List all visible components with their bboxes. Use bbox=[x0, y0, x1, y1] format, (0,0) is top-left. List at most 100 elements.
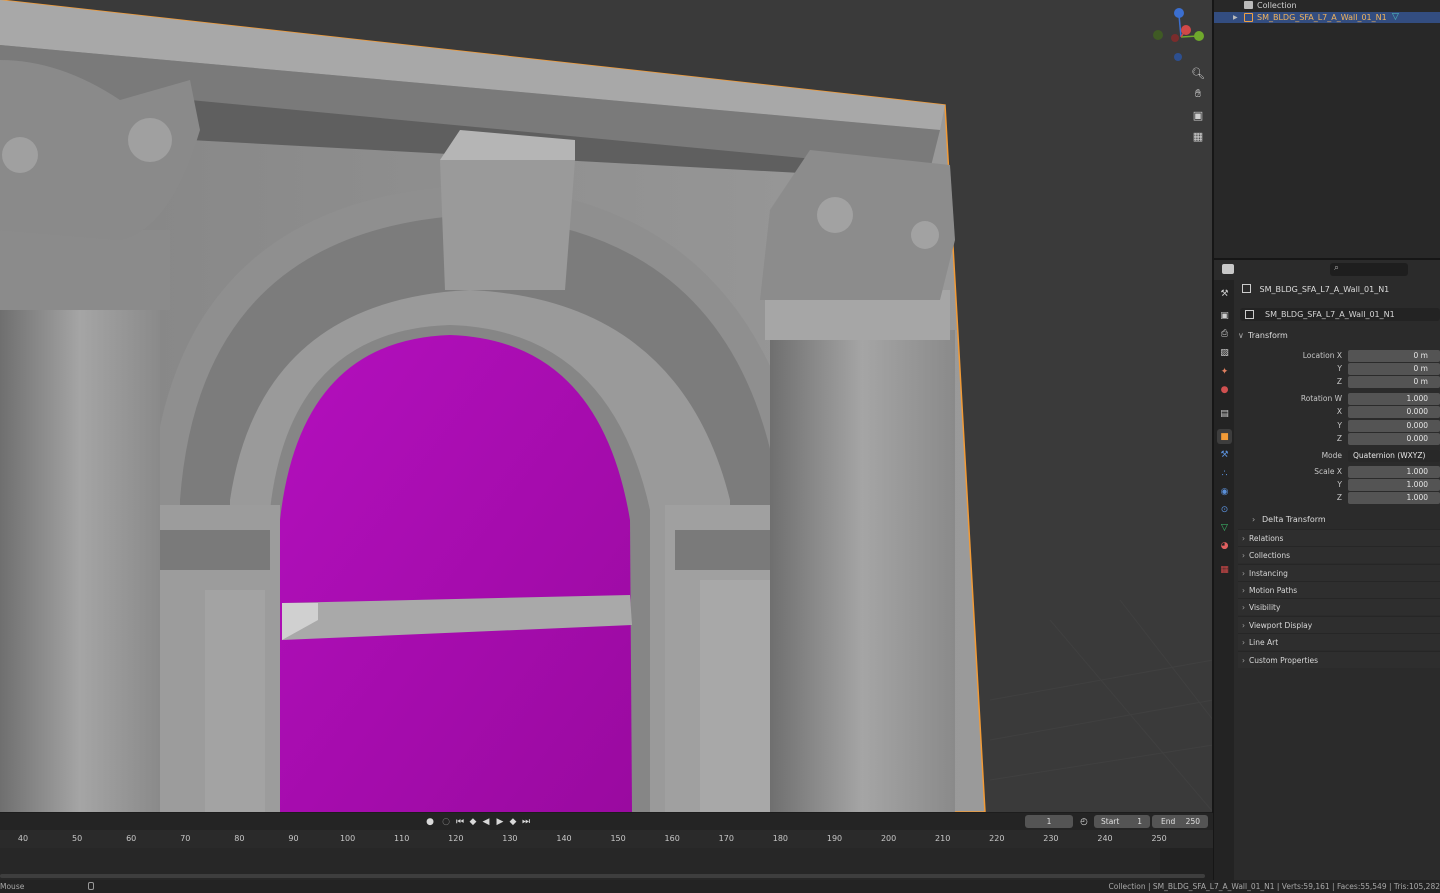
scale-x-field[interactable]: 1.000 bbox=[1348, 466, 1440, 478]
world-tab-icon[interactable]: ● bbox=[1217, 382, 1232, 397]
output-tab-icon[interactable]: ⎙ bbox=[1217, 326, 1232, 341]
transform-panel-header[interactable]: ∨ Transform bbox=[1238, 328, 1440, 344]
modifier-tab-icon[interactable]: ⚒ bbox=[1217, 447, 1232, 462]
custom-properties-panel-header[interactable]: › Custom Properties bbox=[1238, 651, 1440, 668]
rotation-y-field[interactable]: 0.000 bbox=[1348, 420, 1440, 432]
visibility-panel-header[interactable]: › Visibility bbox=[1238, 598, 1440, 615]
chevron-right-icon: › bbox=[1242, 534, 1245, 543]
chevron-right-icon: › bbox=[1242, 569, 1245, 578]
timeline-tick-label: 110 bbox=[394, 834, 410, 843]
play-icon[interactable]: ▶ bbox=[494, 816, 506, 828]
timeline-tick-label: 250 bbox=[1151, 834, 1167, 843]
timeline-tick-label: 220 bbox=[989, 834, 1005, 843]
axis-gizmo[interactable] bbox=[1148, 6, 1208, 66]
scale-y-label: Y bbox=[1337, 480, 1342, 489]
end-frame-value: 250 bbox=[1185, 817, 1200, 826]
instancing-panel-header[interactable]: › Instancing bbox=[1238, 564, 1440, 581]
render-tab-icon[interactable]: ▣ bbox=[1217, 308, 1232, 323]
line-art-panel-title: Line Art bbox=[1249, 638, 1279, 647]
scale-y-field[interactable]: 1.000 bbox=[1348, 479, 1440, 491]
view-layer-tab-icon[interactable]: ▨ bbox=[1217, 345, 1232, 360]
tool-tab-icon[interactable]: ⚒ bbox=[1217, 286, 1232, 301]
rotation-z-field[interactable]: 0.000 bbox=[1348, 433, 1440, 445]
timeline-tick-label: 200 bbox=[880, 834, 897, 843]
scale-z-field[interactable]: 1.000 bbox=[1348, 492, 1440, 504]
object-name-label: SM_BLDG_SFA_L7_A_Wall_01_N1 bbox=[1259, 285, 1390, 294]
physics-tab-icon[interactable]: ◉ bbox=[1217, 484, 1232, 499]
motion-paths-panel-header[interactable]: › Motion Paths bbox=[1238, 581, 1440, 598]
timeline-tick-label: 230 bbox=[1043, 834, 1059, 843]
scene-tab-icon[interactable]: ✦ bbox=[1217, 364, 1232, 379]
start-frame-field[interactable]: Start 1 bbox=[1094, 815, 1150, 828]
delta-transform-panel-header[interactable]: › Delta Transform bbox=[1252, 512, 1440, 528]
expand-arrow-icon[interactable]: ▶ bbox=[1233, 12, 1238, 23]
data-tab-icon[interactable]: ▽ bbox=[1217, 520, 1232, 535]
collection-tab-icon[interactable]: ▤ bbox=[1217, 406, 1232, 421]
transform-panel-title: Transform bbox=[1248, 331, 1288, 340]
play-reverse-icon[interactable]: ◀ bbox=[480, 816, 492, 828]
chevron-down-icon: ∨ bbox=[1238, 331, 1244, 340]
rotation-x-field[interactable]: 0.000 bbox=[1348, 406, 1440, 418]
rotation-w-label: Rotation W bbox=[1300, 394, 1342, 403]
search-icon: ⌕ bbox=[1334, 263, 1340, 273]
particles-tab-icon[interactable]: ∴ bbox=[1217, 466, 1232, 481]
properties-header: ⌕ bbox=[1214, 260, 1440, 280]
collections-panel-header[interactable]: › Collections bbox=[1238, 546, 1440, 563]
relations-panel-header[interactable]: › Relations bbox=[1238, 529, 1440, 546]
timeline-tick-label: 140 bbox=[556, 834, 572, 843]
current-frame-field[interactable]: 1 bbox=[1025, 815, 1073, 828]
viewport-display-panel-title: Viewport Display bbox=[1249, 621, 1313, 630]
outliner: Collection ▶ SM_BLDG_SFA_L7_A_Wall_01_N1… bbox=[1214, 0, 1440, 258]
location-z-field[interactable]: 0 m bbox=[1348, 376, 1440, 388]
mesh-data-icon[interactable]: ▽ bbox=[1392, 12, 1399, 23]
timeline-tick-label: 170 bbox=[718, 834, 734, 843]
outliner-collection-row[interactable]: Collection bbox=[1214, 0, 1440, 11]
clock-icon[interactable]: ◴ bbox=[1078, 816, 1090, 828]
timeline-scrollbar[interactable] bbox=[0, 874, 1205, 878]
timeline-ruler[interactable]: 40 50 60 70 80 90 100 110 120 130 140 150 160 170 180 1… bbox=[0, 830, 1213, 848]
hand-pan-icon[interactable]: ✋︎ bbox=[1188, 85, 1208, 103]
record-icon[interactable]: ● bbox=[424, 816, 436, 828]
object-name-field[interactable]: SM_BLDG_SFA_L7_A_Wall_01_N1 bbox=[1240, 308, 1440, 321]
zoom-icon[interactable]: 🔍︎ bbox=[1188, 64, 1208, 82]
timeline-tick-label: 50 bbox=[72, 834, 83, 843]
object-datablock-icon bbox=[1245, 310, 1254, 319]
location-x-field[interactable]: 0 m bbox=[1348, 350, 1440, 362]
object-tab-icon[interactable]: ■ bbox=[1217, 429, 1232, 444]
jump-start-icon[interactable]: ⏮︎ bbox=[454, 816, 466, 828]
material-tab-icon[interactable]: ◕ bbox=[1217, 538, 1232, 553]
keying-icon[interactable]: ○ bbox=[440, 816, 452, 828]
line-art-panel-header[interactable]: › Line Art bbox=[1238, 633, 1440, 650]
rotation-mode-select[interactable]: Quaternion (WXYZ) bbox=[1348, 450, 1440, 462]
jump-end-icon[interactable]: ⏭︎ bbox=[520, 816, 532, 828]
timeline: ● ○ ⏮︎ ◆ ◀ ▶ ◆ ⏭︎ 1 ◴ Start 1 End 250 40… bbox=[0, 813, 1213, 880]
next-keyframe-icon[interactable]: ◆ bbox=[507, 816, 519, 828]
outliner-object-row[interactable]: ▶ SM_BLDG_SFA_L7_A_Wall_01_N1 ▽ bbox=[1214, 12, 1440, 23]
rotation-x-label: X bbox=[1336, 407, 1342, 416]
texture-tab-icon[interactable]: ▦ bbox=[1217, 562, 1232, 577]
chevron-right-icon: › bbox=[1242, 586, 1245, 595]
rotation-y-label: Y bbox=[1337, 421, 1342, 430]
viewport-display-panel-header[interactable]: › Viewport Display bbox=[1238, 616, 1440, 633]
timeline-track-area[interactable] bbox=[0, 848, 1213, 880]
camera-icon[interactable]: ▣ bbox=[1188, 106, 1208, 124]
end-frame-field[interactable]: End 250 bbox=[1152, 815, 1208, 828]
timeline-tick-label: 160 bbox=[664, 834, 680, 843]
prev-keyframe-icon[interactable]: ◆ bbox=[467, 816, 479, 828]
location-y-field[interactable]: 0 m bbox=[1348, 363, 1440, 375]
editor-type-icon[interactable] bbox=[1222, 264, 1234, 274]
3d-viewport[interactable]: 🔍︎ ✋︎ ▣ ▦ bbox=[0, 0, 1213, 812]
timeline-tick-label: 190 bbox=[826, 834, 843, 843]
chevron-right-icon: › bbox=[1242, 638, 1245, 647]
scale-x-label: Scale X bbox=[1314, 467, 1342, 476]
constraints-tab-icon[interactable]: ⊙ bbox=[1217, 502, 1232, 517]
timeline-header: ● ○ ⏮︎ ◆ ◀ ▶ ◆ ⏭︎ 1 ◴ Start 1 End 250 bbox=[0, 813, 1213, 830]
chevron-right-icon: › bbox=[1252, 515, 1256, 524]
properties-editor: ⌕ ⚒ ▣ ⎙ ▨ ✦ ● ▤ ■ ⚒ ∴ ◉ ⊙ ▽ ◕ ▦ SM_BLDG_… bbox=[1214, 260, 1440, 880]
properties-search-input[interactable]: ⌕ bbox=[1330, 263, 1408, 276]
grid-icon[interactable]: ▦ bbox=[1188, 127, 1208, 145]
rotation-w-field[interactable]: 1.000 bbox=[1348, 393, 1440, 405]
timeline-tick-label: 130 bbox=[502, 834, 518, 843]
relations-panel-title: Relations bbox=[1249, 534, 1284, 543]
chevron-right-icon: › bbox=[1242, 621, 1245, 630]
